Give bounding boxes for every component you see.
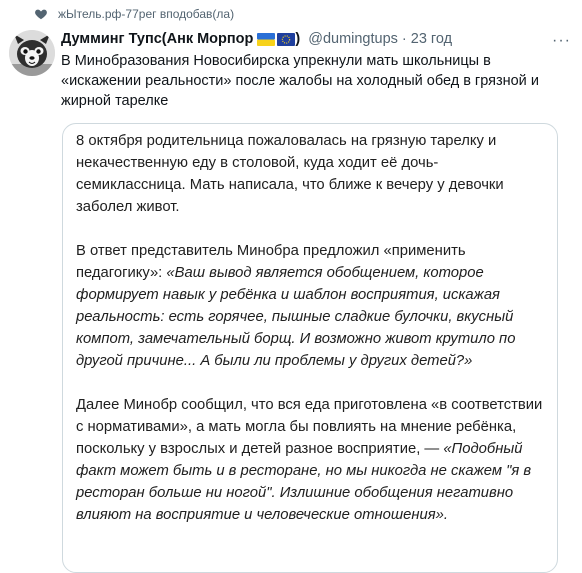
eu-flag-icon: [277, 32, 296, 46]
flag-icons: [257, 32, 296, 46]
tweet[interactable]: жЫтель.рф-77рег вподобав(ла) Думминг Туп…: [0, 0, 582, 573]
tweet-content: Думминг Тупс(Анк Морпор ) @dumingtups · …: [61, 28, 575, 111]
tweet-time[interactable]: 23 год: [411, 31, 452, 47]
quote-paragraph-1: 8 октября родительница пожаловалась на г…: [76, 133, 504, 215]
quoted-text-card[interactable]: 8 октября родительница пожаловалась на г…: [62, 123, 558, 573]
separator-dot: ·: [401, 31, 407, 47]
tweet-text: В Минобразования Новосибирска упрекнули …: [61, 53, 539, 109]
more-options-icon[interactable]: ···: [552, 32, 571, 50]
dog-avatar-icon: [9, 30, 55, 76]
avatar[interactable]: [9, 30, 55, 76]
heart-icon: [35, 9, 47, 20]
author-name[interactable]: Думминг Тупс(Анк Морпор: [61, 31, 253, 47]
liked-by-text[interactable]: жЫтель.рф-77рег вподобав(ла): [58, 7, 234, 21]
name-close-paren: ): [295, 31, 301, 47]
liked-by-row: жЫтель.рф-77рег вподобав(ла): [34, 7, 234, 21]
tweet-header: Думминг Тупс(Анк Морпор ) @dumingtups · …: [61, 28, 575, 50]
quote-paragraph-3: Далее Минобр сообщил, что вся еда пригот…: [76, 394, 545, 526]
ukraine-flag-icon: [257, 32, 276, 46]
quote-paragraph-2: В ответ представитель Минобра предложил …: [76, 240, 545, 372]
author-handle[interactable]: @dumingtups: [308, 31, 398, 47]
